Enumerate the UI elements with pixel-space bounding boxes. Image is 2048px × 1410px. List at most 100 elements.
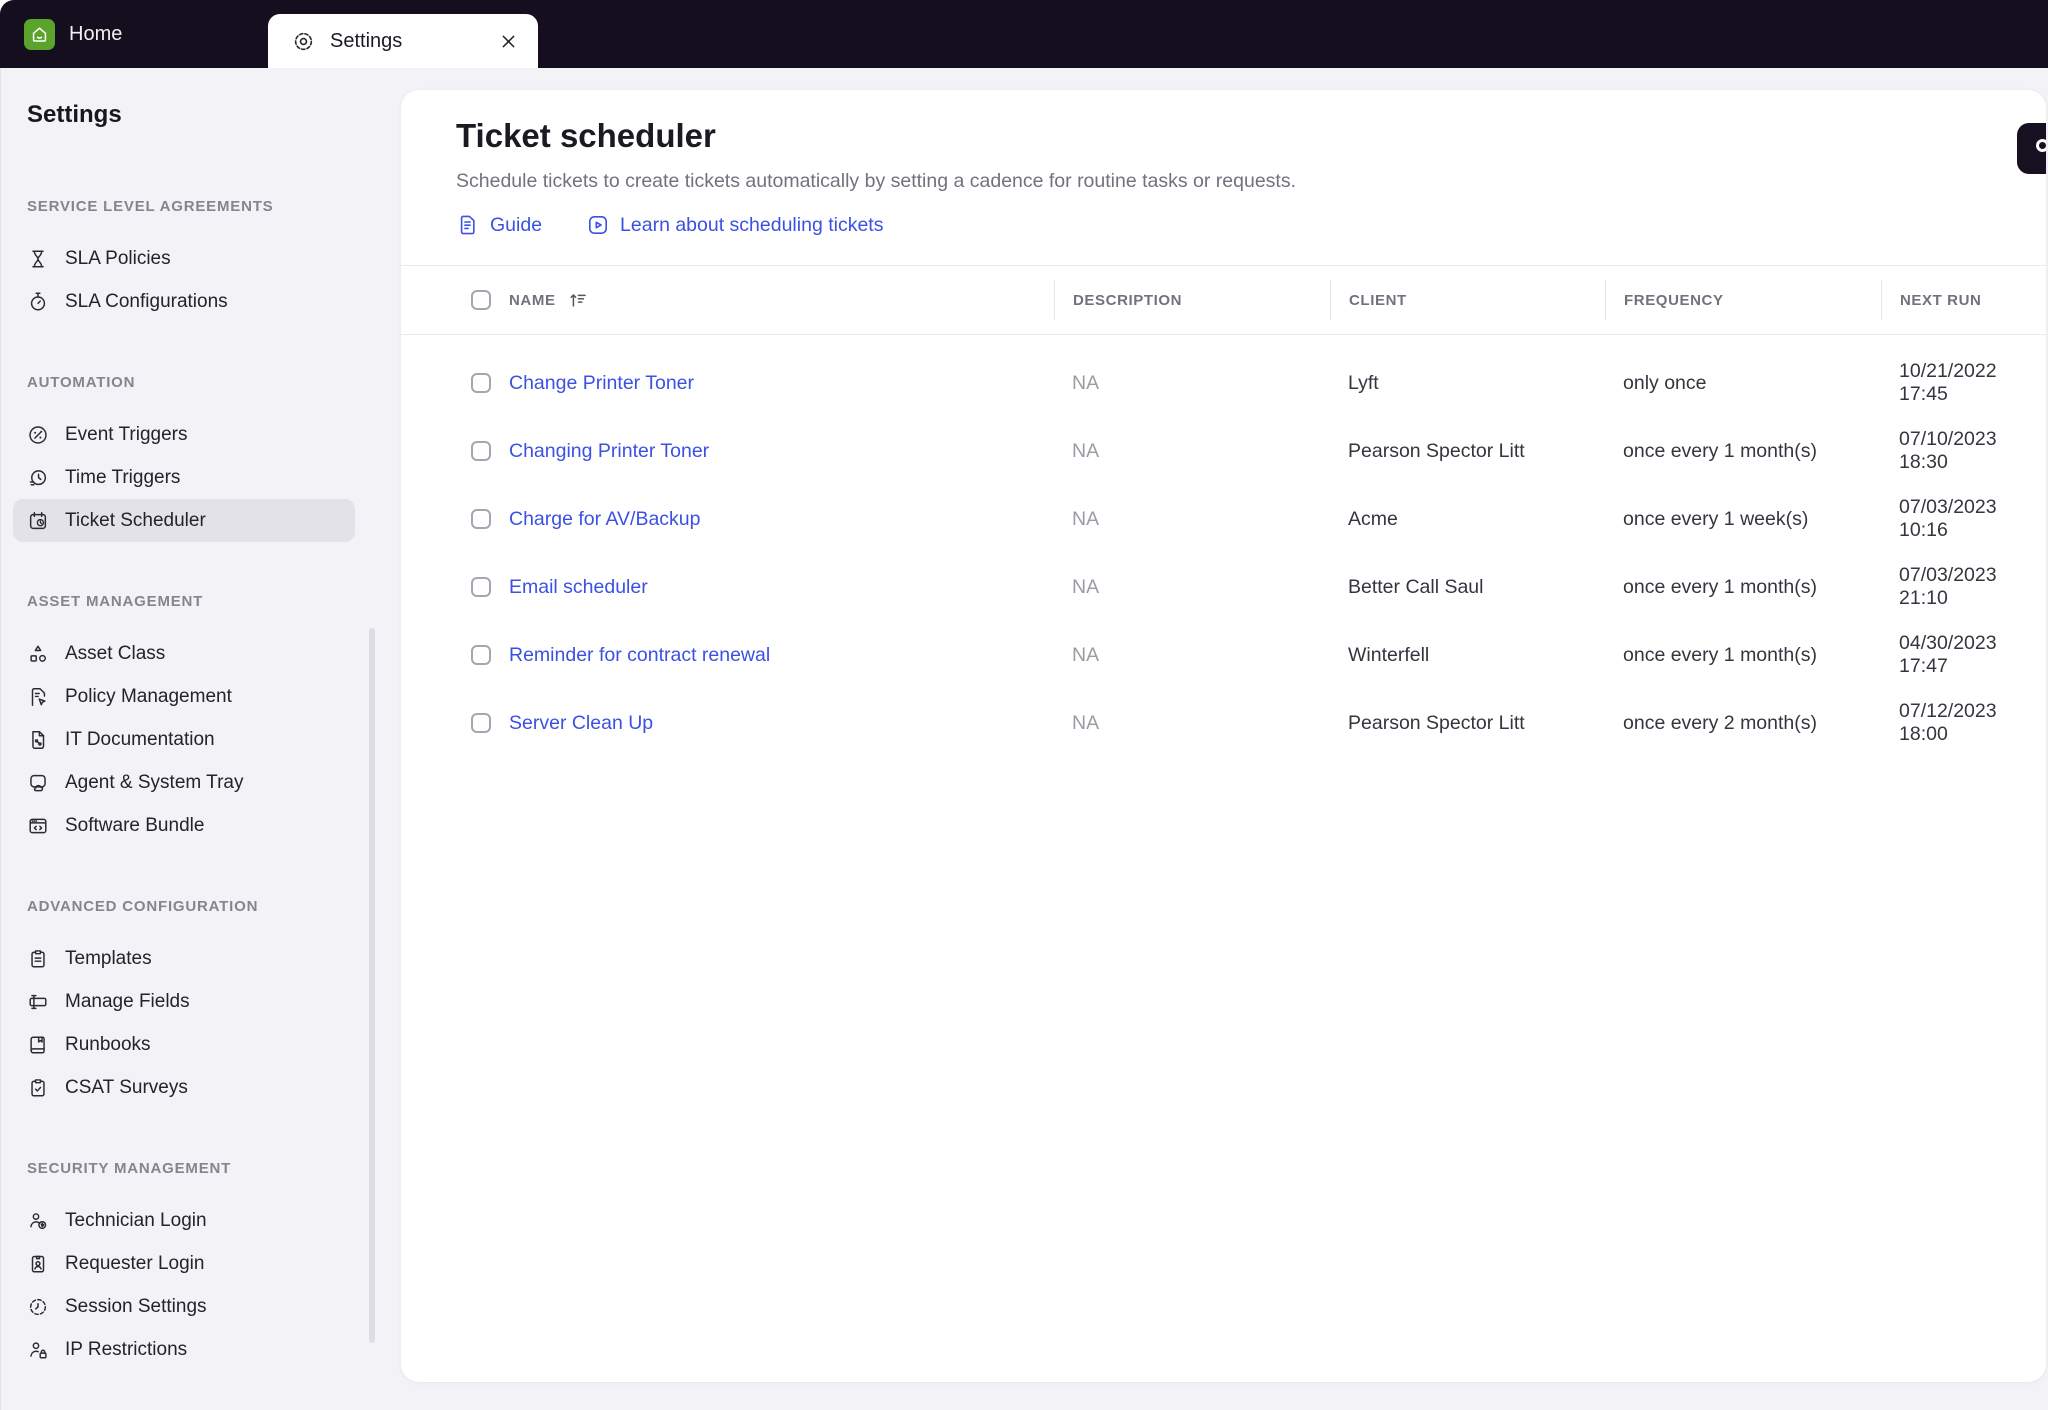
sidebar-item-csat-surveys[interactable]: CSAT Surveys: [13, 1066, 355, 1109]
agent-tray-icon: [27, 772, 49, 794]
sidebar-item-technician-login[interactable]: Technician Login: [13, 1199, 355, 1242]
sidebar-item-it-documentation[interactable]: IT Documentation: [13, 718, 355, 761]
sidebar-section-security-management: SECURITY MANAGEMENT Technician Login Reque…: [27, 1159, 401, 1371]
cell-next-run: 10/21/2022 17:45: [1899, 360, 1997, 405]
column-header-client[interactable]: CLIENT: [1330, 280, 1605, 320]
sidebar-item-event-triggers[interactable]: Event Triggers: [13, 413, 355, 456]
sidebar-section-asset-management: ASSET MANAGEMENT Asset Class Policy Manage…: [27, 592, 401, 847]
button-glyph-partial: [2036, 139, 2046, 152]
cell-description: NA: [1072, 575, 1100, 598]
cell-next-run: 07/10/2023 18:30: [1899, 428, 1997, 473]
sidebar-scrollbar-thumb[interactable]: [369, 628, 375, 1343]
column-header-frequency[interactable]: FREQUENCY: [1605, 280, 1881, 320]
row-checkbox[interactable]: [471, 577, 491, 597]
event-trigger-icon: [27, 424, 49, 446]
cell-name[interactable]: Server Clean Up: [509, 712, 1054, 735]
clock-dashed-icon: [27, 1296, 49, 1318]
sidebar-item-agent-and-system-tray[interactable]: Agent & System Tray: [13, 761, 355, 804]
cell-name[interactable]: Change Printer Toner: [509, 372, 1054, 395]
cell-name[interactable]: Reminder for contract renewal: [509, 644, 1054, 667]
sidebar-item-time-triggers[interactable]: Time Triggers: [13, 456, 355, 499]
cell-frequency: once every 1 month(s): [1623, 439, 1818, 462]
guide-link[interactable]: Guide: [456, 213, 542, 237]
tab-settings-active[interactable]: Settings: [268, 14, 538, 68]
sidebar-item-label: Session Settings: [65, 1295, 207, 1317]
cell-next-run: 07/03/2023 21:10: [1899, 564, 1997, 609]
sidebar-item-label: Technician Login: [65, 1209, 207, 1231]
section-header: ADVANCED CONFIGURATION: [27, 898, 259, 915]
table-body: Change Printer Toner NA Lyft only once 10/21…: [401, 335, 2046, 757]
cell-client: Acme: [1348, 507, 1398, 530]
table-row: Change Printer Toner NA Lyft only once 10/21…: [401, 349, 2046, 417]
sidebar-item-label: Manage Fields: [65, 990, 190, 1012]
row-checkbox[interactable]: [471, 645, 491, 665]
cell-client: Pearson Spector Litt: [1348, 439, 1525, 462]
sidebar-item-ticket-scheduler[interactable]: Ticket Scheduler: [13, 499, 355, 542]
page-title: Ticket scheduler: [456, 117, 716, 154]
cell-frequency: once every 1 week(s): [1623, 507, 1809, 530]
software-window-icon: [27, 815, 49, 837]
sidebar-item-software-bundle[interactable]: Software Bundle: [13, 804, 355, 847]
sidebar-item-label: SLA Policies: [65, 247, 171, 269]
column-header-next-run[interactable]: NEXT RUN: [1881, 280, 2046, 320]
top-tab-bar: Home Settings: [0, 0, 2048, 68]
row-checkbox[interactable]: [471, 509, 491, 529]
video-play-icon: [586, 213, 610, 237]
table-row: Server Clean Up NA Pearson Spector Litt onc…: [401, 689, 2046, 757]
cell-description: NA: [1072, 439, 1100, 462]
sidebar-item-asset-class[interactable]: Asset Class: [13, 632, 355, 675]
row-checkbox[interactable]: [471, 441, 491, 461]
sidebar-item-manage-fields[interactable]: Manage Fields: [13, 980, 355, 1023]
sidebar-item-sla-configurations[interactable]: SLA Configurations: [13, 280, 355, 323]
column-header-description[interactable]: DESCRIPTION: [1054, 280, 1330, 320]
it-doc-icon: [27, 729, 49, 751]
page-subtitle: Schedule tickets to create tickets autom…: [456, 170, 1297, 192]
create-button-partial[interactable]: [2017, 123, 2046, 174]
home-icon: [24, 18, 55, 50]
sidebar-item-label: Agent & System Tray: [65, 771, 244, 793]
sidebar-item-label: Software Bundle: [65, 814, 205, 836]
cell-description: NA: [1072, 507, 1100, 530]
select-all-checkbox[interactable]: [471, 290, 491, 310]
learn-about-scheduling-tickets-link[interactable]: Learn about scheduling tickets: [586, 213, 883, 237]
table-row: Charge for AV/Backup NA Acme once every 1 w…: [401, 485, 2046, 553]
cell-frequency: once every 1 month(s): [1623, 575, 1818, 598]
section-header: SERVICE LEVEL AGREEMENTS: [27, 198, 274, 215]
app-window: Home Settings Settings SERVICE LEVEL AGR…: [0, 0, 2048, 1410]
row-checkbox[interactable]: [471, 713, 491, 733]
user-lock-icon: [27, 1339, 49, 1361]
cell-name[interactable]: Changing Printer Toner: [509, 440, 1054, 463]
table-row: Email scheduler NA Better Call Saul once ev…: [401, 553, 2046, 621]
column-header-name[interactable]: NAME: [509, 290, 1054, 310]
sidebar-item-templates[interactable]: Templates: [13, 937, 355, 980]
clipboard-check-icon: [27, 1077, 49, 1099]
user-coin-icon: [27, 1210, 49, 1232]
section-header: SECURITY MANAGEMENT: [27, 1160, 232, 1177]
sort-ascending-icon[interactable]: [568, 290, 588, 310]
id-card-icon: [27, 1253, 49, 1275]
content-shell: Settings SERVICE LEVEL AGREEMENTS SLA Pol…: [0, 68, 2048, 1410]
home-tab-label: Home: [69, 22, 123, 45]
sidebar-item-label: Requester Login: [65, 1252, 205, 1274]
cell-description: NA: [1072, 711, 1100, 734]
sidebar-item-sla-policies[interactable]: SLA Policies: [13, 237, 355, 280]
cell-frequency: once every 1 month(s): [1623, 643, 1818, 666]
tab-home[interactable]: Home: [14, 0, 132, 68]
cell-name[interactable]: Email scheduler: [509, 576, 1054, 599]
ticket-scheduler-card: Ticket scheduler Schedule tickets to cre…: [401, 90, 2046, 1382]
row-checkbox[interactable]: [471, 373, 491, 393]
sidebar-item-ip-restrictions[interactable]: IP Restrictions: [13, 1328, 355, 1371]
calendar-clock-icon: [27, 510, 49, 532]
sidebar-item-label: Policy Management: [65, 685, 232, 707]
card-header: Ticket scheduler Schedule tickets to cre…: [401, 90, 2046, 237]
help-links-row: Guide Learn about scheduling tickets: [456, 213, 2046, 237]
sidebar-item-policy-management[interactable]: Policy Management: [13, 675, 355, 718]
sidebar-item-session-settings[interactable]: Session Settings: [13, 1285, 355, 1328]
close-tab-icon[interactable]: [499, 32, 518, 51]
guide-doc-icon: [456, 213, 480, 237]
sidebar-item-runbooks[interactable]: Runbooks: [13, 1023, 355, 1066]
cell-description: NA: [1072, 371, 1100, 394]
cell-name[interactable]: Charge for AV/Backup: [509, 508, 1054, 531]
sidebar-item-requester-login[interactable]: Requester Login: [13, 1242, 355, 1285]
policy-doc-icon: [27, 686, 49, 708]
